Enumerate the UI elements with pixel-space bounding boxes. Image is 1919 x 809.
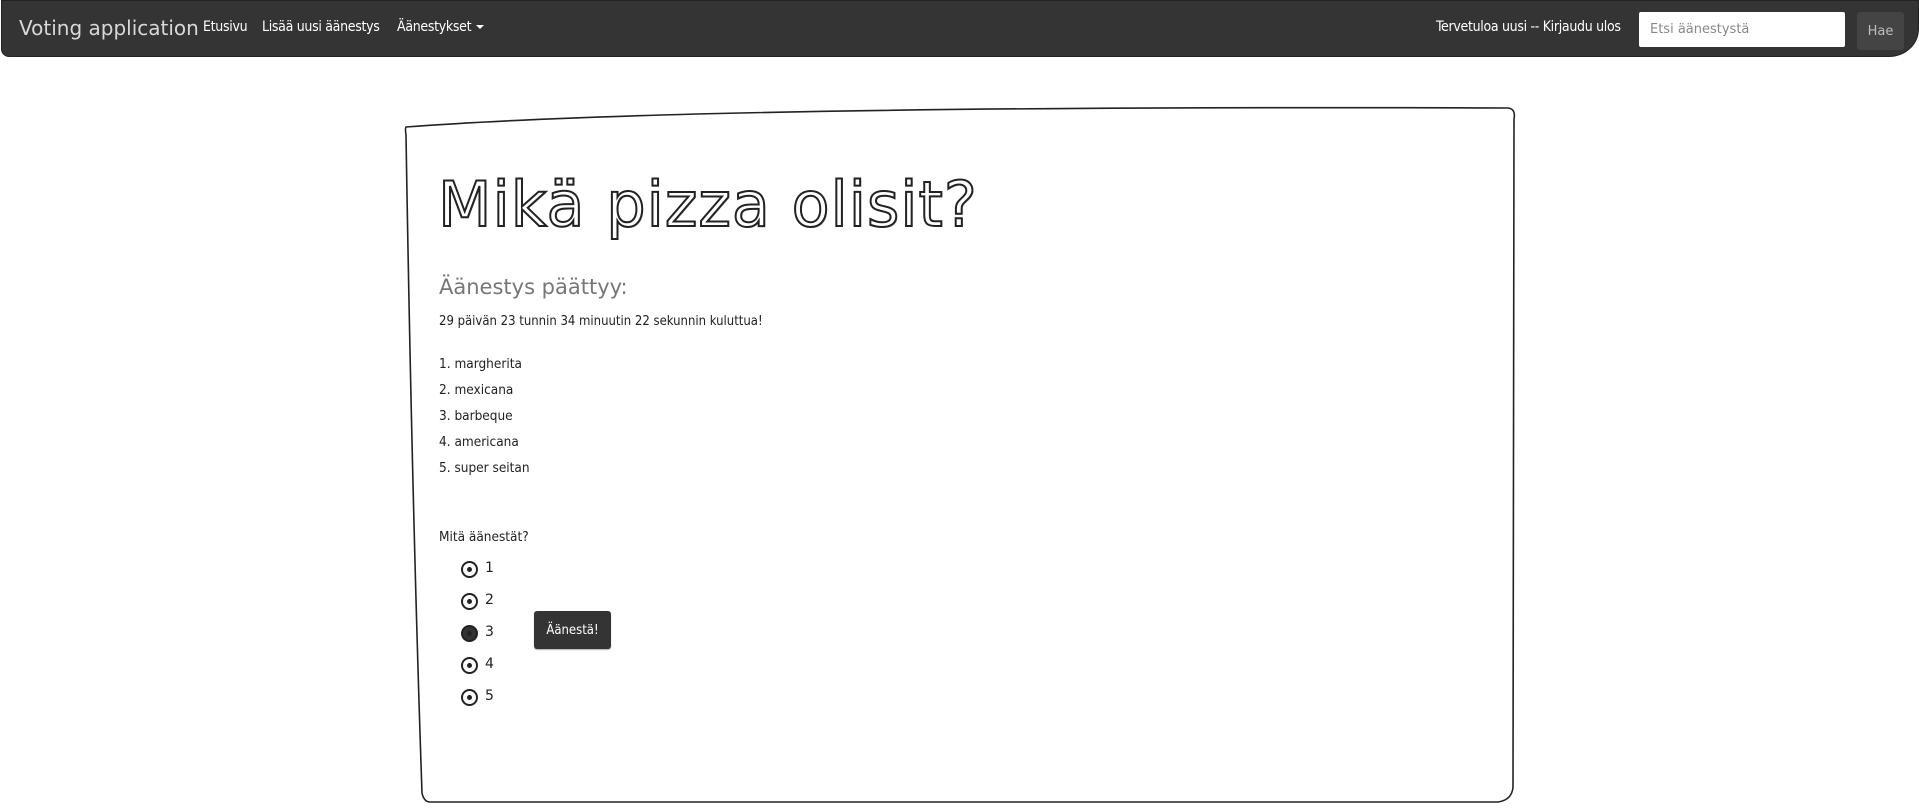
vote-prompt: Mitä äänestät?: [439, 529, 529, 545]
list-item: 5. super seitan: [439, 460, 530, 476]
search-button[interactable]: Hae: [1857, 12, 1904, 50]
top-navbar: Voting application Etusivu Lisää uusi ää…: [1, 0, 1919, 57]
radio-button[interactable]: [461, 593, 478, 610]
poll-options-list: 1. margherita 2. mexicana 3. barbeque 4.…: [439, 356, 530, 486]
radio-label: 5: [485, 688, 494, 704]
radio-label: 3: [485, 624, 494, 640]
list-item: 1. margherita: [439, 356, 522, 372]
radio-label: 1: [485, 560, 494, 576]
deadline-heading: Äänestys päättyy:: [439, 275, 628, 299]
radio-button[interactable]: [461, 689, 478, 706]
list-item: 4. americana: [439, 434, 519, 450]
vote-option-5[interactable]: 5: [461, 688, 494, 720]
vote-option-4[interactable]: 4: [461, 656, 494, 688]
brand-link[interactable]: Voting application: [19, 16, 199, 40]
radio-button[interactable]: [461, 561, 478, 578]
vote-option-1[interactable]: 1: [461, 560, 494, 592]
radio-label: 4: [485, 656, 494, 672]
chevron-down-icon: [476, 25, 485, 29]
search-input[interactable]: [1639, 12, 1845, 47]
nav-link-add-poll[interactable]: Lisää uusi äänestys: [262, 19, 380, 35]
radio-button[interactable]: [461, 657, 478, 674]
nav-dropdown-polls[interactable]: Äänestykset: [397, 19, 485, 35]
greeting-logout-link[interactable]: Tervetuloa uusi -- Kirjaudu ulos: [1436, 19, 1621, 35]
list-item: 2. mexicana: [439, 382, 514, 398]
nav-dropdown-polls-label: Äänestykset: [397, 19, 472, 35]
radio-label: 2: [485, 592, 494, 608]
vote-submit-button[interactable]: Äänestä!: [534, 611, 611, 649]
vote-option-2[interactable]: 2: [461, 592, 494, 624]
nav-link-home[interactable]: Etusivu: [203, 19, 248, 35]
radio-button-selected[interactable]: [461, 625, 478, 642]
countdown-text: 29 päivän 23 tunnin 34 minuutin 22 sekun…: [439, 314, 763, 329]
list-item: 3. barbeque: [439, 408, 513, 424]
vote-radio-group: 1 2 3 4 5: [461, 560, 494, 720]
vote-option-3[interactable]: 3: [461, 624, 494, 656]
poll-title: Mikä pizza olisit?: [437, 167, 978, 242]
